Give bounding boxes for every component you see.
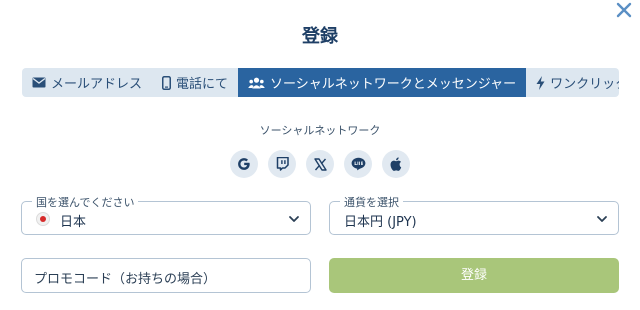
twitch-button[interactable] bbox=[268, 150, 296, 178]
currency-select-label: 通貨を選択 bbox=[340, 194, 403, 210]
line-button[interactable] bbox=[344, 150, 372, 178]
registration-method-tabs: メールアドレス 電話にて ソーシャルネットワークとメッセンジャー ワンクリック bbox=[22, 68, 619, 97]
social-heading: ソーシャルネットワーク bbox=[259, 124, 381, 137]
tab-email-label: メールアドレス bbox=[51, 77, 143, 92]
envelope-icon bbox=[32, 77, 46, 88]
tab-phone-label: 電話にて bbox=[176, 77, 229, 92]
close-button[interactable] bbox=[614, 2, 634, 22]
chevron-down-icon bbox=[289, 216, 299, 222]
google-button[interactable] bbox=[230, 150, 258, 178]
register-button[interactable]: 登録 bbox=[329, 258, 619, 293]
tab-one-click[interactable]: ワンクリック bbox=[526, 68, 619, 97]
japan-flag-icon bbox=[36, 212, 50, 226]
chevron-down-icon bbox=[597, 216, 607, 222]
tab-social[interactable]: ソーシャルネットワークとメッセンジャー bbox=[238, 68, 527, 97]
tab-phone[interactable]: 電話にて bbox=[152, 68, 238, 97]
page-title: 登録 bbox=[302, 26, 338, 47]
tab-social-label: ソーシャルネットワークとメッセンジャー bbox=[270, 77, 517, 92]
currency-value: 日本円 (JPY) bbox=[344, 215, 417, 230]
social-buttons bbox=[0, 150, 640, 178]
lightning-icon bbox=[536, 75, 545, 90]
twitch-icon bbox=[276, 157, 289, 171]
apple-icon bbox=[390, 157, 402, 171]
promo-code-input[interactable]: プロモコード（お持ちの場合） bbox=[21, 258, 311, 293]
close-icon[interactable] bbox=[616, 2, 632, 18]
country-select[interactable]: 国を選んでください 日本 bbox=[21, 194, 311, 235]
x-button[interactable] bbox=[306, 150, 334, 178]
apple-button[interactable] bbox=[382, 150, 410, 178]
tab-email[interactable]: メールアドレス bbox=[22, 68, 152, 97]
country-select-label: 国を選んでください bbox=[32, 194, 139, 210]
country-value: 日本 bbox=[60, 215, 87, 230]
currency-select[interactable]: 通貨を選択 日本円 (JPY) bbox=[329, 194, 619, 235]
phone-icon bbox=[162, 75, 172, 90]
users-icon bbox=[248, 77, 265, 89]
x-icon bbox=[313, 157, 327, 171]
google-icon bbox=[238, 158, 250, 170]
tab-one-click-label: ワンクリック bbox=[550, 77, 619, 92]
line-icon bbox=[351, 157, 365, 171]
